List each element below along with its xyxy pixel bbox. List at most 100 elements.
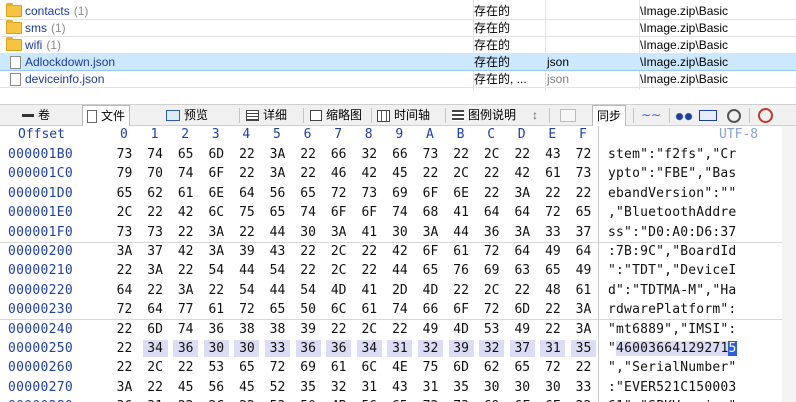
hex-byte[interactable]: 64: [510, 243, 535, 260]
hex-byte[interactable]: 31: [143, 398, 168, 402]
hex-byte[interactable]: 74: [173, 321, 198, 338]
hex-byte[interactable]: 72: [234, 301, 259, 318]
hex-byte[interactable]: 53: [204, 359, 229, 376]
hex-byte[interactable]: 35: [296, 379, 321, 396]
hex-byte[interactable]: 4E: [387, 359, 412, 376]
hex-byte[interactable]: 22: [296, 146, 321, 163]
file-row[interactable]: deviceinfo.json 存在的, ... json \Image.zip\Ba…: [0, 71, 796, 88]
hex-byte[interactable]: 37: [143, 243, 168, 260]
hex-row[interactable]: 00000240 22 6D 74 36 38 38 39 22 2C 22 49 4D 53 49 22 3A…: [0, 319, 796, 340]
hex-byte[interactable]: 3A: [510, 185, 535, 202]
hex-byte[interactable]: 56: [204, 379, 229, 396]
row-text[interactable]: ebandVersion":"": [608, 185, 736, 202]
vertical-scrollbar[interactable]: [782, 126, 796, 402]
hex-byte[interactable]: 56: [357, 398, 382, 402]
hex-byte[interactable]: 62: [479, 359, 504, 376]
hex-byte[interactable]: 41: [357, 282, 382, 299]
hex-byte[interactable]: 31: [387, 340, 413, 357]
hex-byte[interactable]: 65: [540, 262, 565, 279]
hex-byte[interactable]: 72: [540, 359, 565, 376]
hex-byte[interactable]: 22: [112, 321, 137, 338]
hex-byte[interactable]: 30: [540, 379, 565, 396]
hex-byte[interactable]: 30: [479, 379, 504, 396]
hex-row[interactable]: 00000230 72 64 77 61 72 65 50 6C 61 74 66 6F 72 6D 22 3A…: [0, 299, 796, 320]
hex-row[interactable]: 00000220 64 22 3A 22 54 44 54 4D 41 2D 4D 22 2C 22 48 61…: [0, 280, 796, 301]
hex-byte[interactable]: 72: [479, 301, 504, 318]
hex-byte[interactable]: 44: [449, 224, 474, 241]
hex-byte[interactable]: 73: [449, 398, 474, 402]
hex-row[interactable]: 000001D0 65 62 61 6E 64 56 65 72 73 69 6F 6E 22 3A 22 22…: [0, 183, 796, 204]
hex-byte[interactable]: 22: [143, 282, 168, 299]
hex-byte[interactable]: 75: [418, 359, 443, 376]
hex-byte[interactable]: 22: [571, 185, 596, 202]
hex-row[interactable]: 000001F0 73 73 22 3A 22 44 30 3A 41 30 3A 44 36 3A 33 37…: [0, 222, 796, 243]
hex-byte[interactable]: 6E: [449, 185, 474, 202]
hex-byte[interactable]: 6F: [449, 301, 474, 318]
hex-byte[interactable]: 36: [173, 340, 199, 357]
hex-byte[interactable]: 61: [357, 301, 382, 318]
hex-byte[interactable]: 66: [418, 301, 443, 318]
hex-byte[interactable]: 74: [387, 204, 412, 221]
hex-byte[interactable]: 75: [234, 204, 259, 221]
hex-byte[interactable]: 2C: [143, 359, 168, 376]
hex-byte[interactable]: 43: [265, 243, 290, 260]
hex-byte[interactable]: 64: [479, 204, 504, 221]
hex-byte[interactable]: 72: [479, 243, 504, 260]
tab-timeline[interactable]: 时间轴: [373, 105, 434, 126]
hex-byte[interactable]: 22: [234, 146, 259, 163]
hex-byte[interactable]: 41: [357, 224, 382, 241]
hex-byte[interactable]: 3A: [143, 262, 168, 279]
hex-byte[interactable]: 2C: [357, 321, 382, 338]
find-hex-button[interactable]: [695, 105, 725, 126]
hex-byte[interactable]: 22: [143, 379, 168, 396]
hex-byte[interactable]: 65: [387, 398, 412, 402]
hex-byte[interactable]: 54: [265, 262, 290, 279]
hex-byte[interactable]: 22: [326, 321, 351, 338]
hex-byte[interactable]: 32: [326, 379, 351, 396]
hex-byte[interactable]: 36: [204, 321, 229, 338]
hex-byte[interactable]: 6C: [357, 359, 382, 376]
hex-byte[interactable]: 72: [112, 301, 137, 318]
hex-byte[interactable]: 3A: [112, 243, 137, 260]
wave-icon[interactable]: ∼∼: [637, 105, 665, 126]
row-text[interactable]: stem":"f2fs","Cr: [608, 146, 736, 163]
hex-row[interactable]: 00000280 36 31 22 2C 22 53 50 4B 56 65 72 73 69 6F 6E 22…: [0, 396, 796, 402]
hex-byte[interactable]: 36: [112, 398, 137, 402]
hex-byte[interactable]: 6F: [418, 185, 443, 202]
hex-byte[interactable]: 36: [479, 224, 504, 241]
hex-byte[interactable]: 32: [418, 340, 443, 357]
hex-byte[interactable]: 73: [357, 185, 382, 202]
hex-byte[interactable]: 65: [510, 359, 535, 376]
hex-byte[interactable]: 6F: [204, 165, 229, 182]
hex-byte[interactable]: 65: [173, 146, 198, 163]
tab-thumbnails[interactable]: 缩略图: [306, 105, 366, 126]
hex-byte[interactable]: 45: [234, 379, 259, 396]
hex-byte[interactable]: 69: [479, 262, 504, 279]
hex-byte[interactable]: 22: [357, 262, 382, 279]
hex-byte[interactable]: 22: [173, 262, 198, 279]
hex-byte[interactable]: 2C: [326, 262, 351, 279]
hex-byte[interactable]: 6E: [540, 398, 565, 402]
hex-byte[interactable]: 68: [418, 204, 443, 221]
hex-byte[interactable]: 36: [295, 340, 321, 357]
hex-byte[interactable]: 53: [479, 321, 504, 338]
hex-byte[interactable]: 65: [571, 204, 596, 221]
hex-byte[interactable]: 38: [265, 321, 290, 338]
hex-byte[interactable]: 72: [326, 185, 351, 202]
hex-byte[interactable]: 34: [356, 340, 382, 357]
hex-row[interactable]: 000001E0 2C 22 42 6C 75 65 74 6F 6F 74 68 41 64 64 72 65…: [0, 202, 796, 223]
hex-byte[interactable]: 3A: [173, 282, 198, 299]
row-text[interactable]: "460036641292715: [608, 340, 737, 357]
hex-byte[interactable]: 69: [387, 185, 412, 202]
hex-byte[interactable]: 6F: [357, 204, 382, 221]
hex-byte[interactable]: 22: [143, 204, 168, 221]
hex-byte[interactable]: 61: [571, 282, 596, 299]
hex-byte[interactable]: 65: [265, 204, 290, 221]
hex-byte[interactable]: 79: [112, 165, 137, 182]
hex-row[interactable]: 00000210 22 3A 22 54 44 54 22 2C 22 44 65 76 69 63 65 49…: [0, 260, 796, 281]
hex-byte[interactable]: 64: [510, 204, 535, 221]
hex-byte[interactable]: 65: [112, 185, 137, 202]
hex-byte[interactable]: 37: [509, 340, 535, 357]
hex-byte[interactable]: 66: [387, 146, 412, 163]
tab-volume[interactable]: 卷: [18, 105, 54, 126]
